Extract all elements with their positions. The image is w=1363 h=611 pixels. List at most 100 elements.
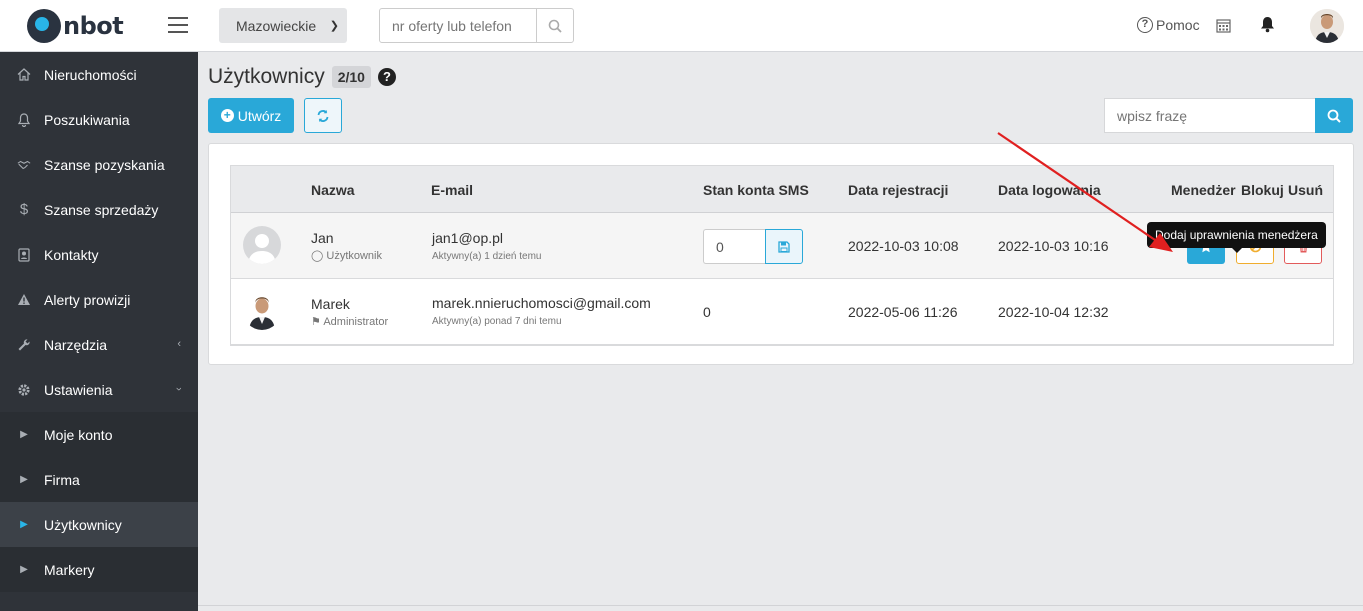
sidebar-item-ustawienia[interactable]: Ustawienia ‹	[0, 367, 198, 412]
user-role: ◯ Użytkownik	[311, 249, 382, 262]
column-header-block: Blokuj	[1241, 182, 1284, 198]
save-icon	[778, 240, 790, 253]
gear-icon	[17, 383, 31, 397]
user-avatar	[243, 292, 281, 330]
question-icon: ?	[1137, 17, 1153, 33]
caret-right-icon: ▶	[20, 474, 28, 485]
page-title: Użytkownicy	[208, 65, 325, 88]
user-icon: ◯	[311, 250, 324, 262]
column-header-name[interactable]: Nazwa	[311, 182, 355, 198]
contact-card-icon	[17, 247, 31, 262]
chevron-down-icon: ❯	[329, 20, 339, 32]
sidebar-item-label: Narzędzia	[44, 336, 108, 353]
sidebar-item-label: Użytkownicy	[44, 516, 122, 533]
user-avatar[interactable]	[1310, 9, 1344, 43]
sms-balance: 0	[703, 304, 711, 320]
column-header-manager: Menedżer	[1171, 182, 1236, 198]
search-icon	[548, 19, 562, 33]
offer-search-button[interactable]	[536, 9, 573, 42]
user-email: jan1@op.pl	[432, 230, 504, 246]
refresh-icon	[317, 109, 329, 122]
sidebar-item-narzedzia[interactable]: Narzędzia ‹	[0, 322, 198, 367]
flag-icon: ⚑	[311, 316, 321, 328]
app-logo[interactable]: nbot	[27, 9, 124, 43]
column-header-sms[interactable]: Stan konta SMS	[703, 182, 809, 198]
help-link[interactable]: ? Pomoc	[1137, 17, 1200, 33]
user-role-label: Administrator	[323, 316, 389, 328]
table-row: Marek ⚑ Administrator marek.nnieruchomos…	[231, 279, 1333, 345]
hamburger-icon[interactable]	[168, 17, 188, 33]
offer-search	[379, 8, 574, 43]
region-select-value: Mazowieckie	[236, 17, 317, 34]
manager-tooltip: Dodaj uprawnienia menedżera	[1147, 222, 1326, 253]
sidebar-item-label: Szanse pozyskania	[44, 156, 165, 173]
create-button-label: Utwórz	[237, 107, 282, 124]
user-role: ⚑ Administrator	[311, 315, 388, 328]
footer-strip	[198, 605, 1363, 611]
users-card: Nazwa E-mail Stan konta SMS Data rejestr…	[208, 143, 1354, 365]
chevron-down-icon: ‹	[173, 387, 186, 391]
caret-right-icon: ▶	[20, 519, 28, 530]
search-icon	[1327, 109, 1341, 123]
user-activity: Aktywny(a) 1 dzień temu	[432, 251, 542, 262]
sidebar-item-szanse-sprzedazy[interactable]: $ Szanse sprzedaży	[0, 187, 198, 232]
sms-balance-editor	[703, 229, 803, 264]
refresh-button[interactable]	[304, 98, 342, 133]
sms-balance-input[interactable]	[703, 229, 765, 264]
sidebar-item-firma[interactable]: ▶ Firma	[0, 457, 198, 502]
warning-icon	[17, 293, 31, 307]
top-bar: nbot Mazowieckie ❯ ? Pomoc	[0, 0, 1363, 52]
calendar-icon[interactable]	[1216, 18, 1231, 38]
sidebar-item-szanse-pozyskania[interactable]: Szanse pozyskania	[0, 142, 198, 187]
sidebar-item-markery[interactable]: ▶ Markery	[0, 547, 198, 592]
help-label: Pomoc	[1156, 17, 1200, 33]
region-select[interactable]: Mazowieckie ❯	[219, 8, 347, 43]
sidebar-item-poszukiwania[interactable]: Poszukiwania	[0, 97, 198, 142]
avatar-placeholder	[243, 226, 281, 264]
caret-right-icon: ▶	[20, 429, 28, 440]
create-button[interactable]: + Utwórz	[208, 98, 294, 133]
page-header: Użytkownicy 2/10 ?	[208, 65, 396, 89]
user-activity: Aktywny(a) ponad 7 dni temu	[432, 316, 562, 327]
question-icon[interactable]: ?	[377, 68, 396, 86]
sidebar-item-kontakty[interactable]: Kontakty	[0, 232, 198, 277]
column-header-email[interactable]: E-mail	[431, 182, 473, 198]
sidebar-item-nieruchomosci[interactable]: Nieruchomości	[0, 52, 198, 97]
column-header-delete: Usuń	[1288, 182, 1323, 198]
user-search	[1104, 98, 1353, 133]
column-header-registered[interactable]: Data rejestracji	[848, 182, 948, 198]
logo-text: nbot	[63, 12, 124, 40]
sidebar-item-label: Firma	[44, 471, 80, 488]
wrench-icon	[17, 338, 31, 352]
plus-circle-icon: +	[220, 109, 234, 122]
caret-right-icon: ▶	[20, 564, 28, 575]
bell-icon[interactable]	[1260, 16, 1275, 38]
offer-search-input[interactable]	[380, 9, 536, 42]
user-count-badge: 2/10	[331, 66, 371, 88]
registration-date: 2022-10-03 10:08	[848, 238, 959, 254]
sidebar-item-label: Ustawienia	[44, 381, 113, 398]
user-search-input[interactable]	[1104, 98, 1315, 133]
sidebar-item-label: Markery	[44, 561, 95, 578]
sidebar-item-label: Kontakty	[44, 246, 99, 263]
sidebar-item-uzytkownicy[interactable]: ▶ Użytkownicy	[0, 502, 198, 547]
save-sms-button[interactable]	[765, 229, 803, 264]
sidebar-item-label: Alerty prowizji	[44, 291, 131, 308]
handshake-icon	[17, 158, 31, 172]
registration-date: 2022-05-06 11:26	[848, 304, 958, 320]
sidebar-item-moje-konto[interactable]: ▶ Moje konto	[0, 412, 198, 457]
sidebar-item-label: Moje konto	[44, 426, 113, 443]
sidebar: Nieruchomości Poszukiwania Szanse pozysk…	[0, 52, 198, 611]
user-email: marek.nnieruchomosci@gmail.com	[432, 295, 651, 311]
chevron-left-icon: ‹	[177, 338, 181, 350]
home-icon	[17, 68, 31, 82]
bell-icon	[17, 112, 31, 127]
sidebar-item-alerty-prowizji[interactable]: Alerty prowizji	[0, 277, 198, 322]
sidebar-item-label: Szanse sprzedaży	[44, 201, 159, 218]
column-header-login[interactable]: Data logowania	[998, 182, 1101, 198]
login-date: 2022-10-04 12:32	[998, 304, 1109, 320]
user-search-button[interactable]	[1315, 98, 1353, 133]
table-header: Nazwa E-mail Stan konta SMS Data rejestr…	[231, 166, 1333, 213]
users-table: Nazwa E-mail Stan konta SMS Data rejestr…	[230, 165, 1334, 346]
user-name: Jan	[311, 230, 334, 246]
